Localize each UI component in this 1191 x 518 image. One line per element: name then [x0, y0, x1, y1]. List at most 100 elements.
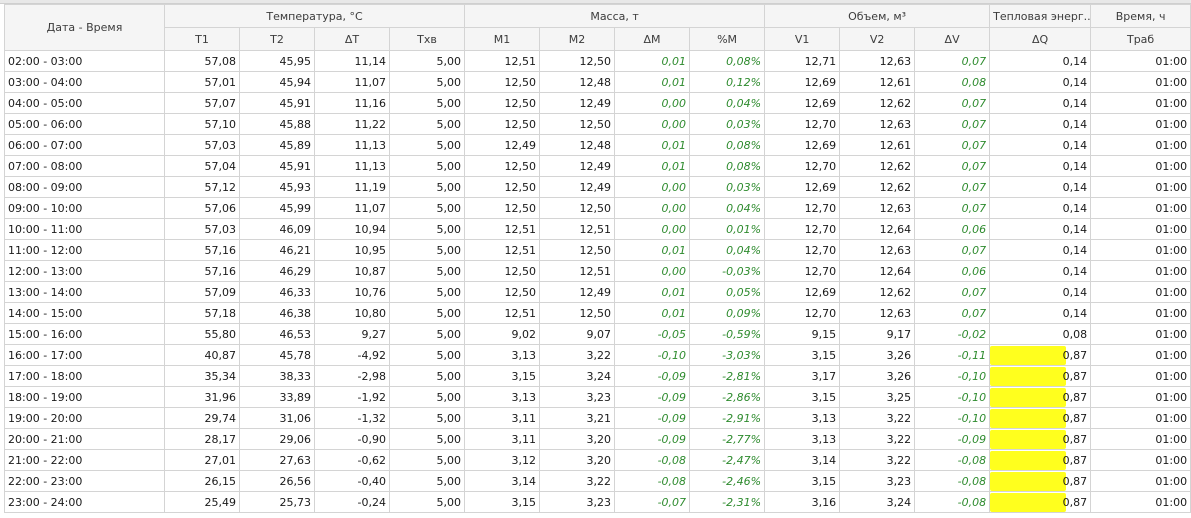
cell-t1[interactable]: 31,96	[164, 386, 240, 408]
cell-m2[interactable]: 12,50	[539, 50, 616, 72]
cell-dt[interactable]: -4,92	[314, 344, 390, 366]
cell-dq[interactable]: 0,87	[989, 449, 1092, 471]
cell-m2[interactable]: 12,51	[539, 218, 616, 240]
cell-pm[interactable]: 0,01%	[689, 218, 766, 240]
cell-v1[interactable]: 12,69	[764, 134, 841, 156]
cell-dv[interactable]: 0,07	[914, 302, 991, 324]
cell-t2[interactable]: 46,33	[239, 281, 315, 303]
cell-t1[interactable]: 25,49	[164, 491, 240, 513]
cell-dq[interactable]: 0,08	[989, 323, 1092, 345]
cell-dm[interactable]: -0,09	[614, 386, 691, 408]
cell-txv[interactable]: 5,00	[388, 50, 466, 72]
cell-datetime[interactable]: 19:00 - 20:00	[4, 407, 165, 429]
cell-m1[interactable]: 3,12	[464, 449, 541, 471]
cell-dm[interactable]: 0,01	[614, 71, 691, 93]
cell-pm[interactable]: 0,08%	[689, 155, 766, 177]
cell-dt[interactable]: 11,07	[314, 71, 390, 93]
table-row[interactable]: 22:00 - 23:00 26,15 26,56 -0,40 5,00 3,14 3,22…	[4, 470, 1191, 492]
cell-pm[interactable]: -2,31%	[689, 491, 766, 513]
cell-v2[interactable]: 12,61	[839, 134, 916, 156]
cell-m1[interactable]: 12,50	[464, 260, 541, 282]
cell-txv[interactable]: 5,00	[388, 323, 466, 345]
cell-dt[interactable]: 9,27	[314, 323, 390, 345]
cell-t1[interactable]: 27,01	[164, 449, 240, 471]
cell-dq[interactable]: 0,87	[989, 470, 1092, 492]
table-row[interactable]: 13:00 - 14:00 57,09 46,33 10,76 5,00 12,50 12,…	[4, 281, 1191, 303]
cell-v1[interactable]: 12,69	[764, 92, 841, 114]
table-row[interactable]: 21:00 - 22:00 27,01 27,63 -0,62 5,00 3,12 3,20…	[4, 449, 1191, 471]
cell-datetime[interactable]: 05:00 - 06:00	[4, 113, 165, 135]
cell-m2[interactable]: 12,50	[539, 197, 616, 219]
cell-v1[interactable]: 3,13	[764, 407, 841, 429]
cell-m2[interactable]: 3,22	[539, 344, 616, 366]
cell-trab[interactable]: 01:00	[1090, 407, 1191, 429]
cell-txv[interactable]: 5,00	[388, 71, 466, 93]
cell-pm[interactable]: 0,05%	[689, 281, 766, 303]
cell-dq[interactable]: 0,87	[989, 386, 1092, 408]
cell-datetime[interactable]: 12:00 - 13:00	[4, 260, 165, 282]
cell-v1[interactable]: 9,15	[764, 323, 841, 345]
cell-t2[interactable]: 45,89	[239, 134, 315, 156]
cell-m1[interactable]: 12,51	[464, 218, 541, 240]
cell-dv[interactable]: -0,08	[914, 449, 991, 471]
cell-t1[interactable]: 26,15	[164, 470, 240, 492]
cell-trab[interactable]: 01:00	[1090, 50, 1191, 72]
cell-dt[interactable]: 10,94	[314, 218, 390, 240]
cell-pm[interactable]: -2,91%	[689, 407, 766, 429]
cell-m1[interactable]: 12,50	[464, 92, 541, 114]
cell-dq[interactable]: 0,14	[989, 113, 1092, 135]
column-header-txv[interactable]: Tхв	[388, 27, 466, 51]
cell-m1[interactable]: 3,13	[464, 386, 541, 408]
cell-t2[interactable]: 45,94	[239, 71, 315, 93]
cell-datetime[interactable]: 16:00 - 17:00	[4, 344, 165, 366]
table-row[interactable]: 17:00 - 18:00 35,34 38,33 -2,98 5,00 3,15 3,24…	[4, 365, 1191, 387]
cell-datetime[interactable]: 21:00 - 22:00	[4, 449, 165, 471]
cell-t1[interactable]: 57,06	[164, 197, 240, 219]
cell-dm[interactable]: -0,09	[614, 407, 691, 429]
table-row[interactable]: 09:00 - 10:00 57,06 45,99 11,07 5,00 12,50 12,…	[4, 197, 1191, 219]
cell-m2[interactable]: 3,21	[539, 407, 616, 429]
cell-dv[interactable]: -0,10	[914, 407, 991, 429]
cell-dm[interactable]: -0,08	[614, 470, 691, 492]
cell-t1[interactable]: 29,74	[164, 407, 240, 429]
cell-v1[interactable]: 3,15	[764, 386, 841, 408]
cell-datetime[interactable]: 06:00 - 07:00	[4, 134, 165, 156]
cell-m2[interactable]: 12,48	[539, 134, 616, 156]
table-row[interactable]: 06:00 - 07:00 57,03 45,89 11,13 5,00 12,49 12,…	[4, 134, 1191, 156]
cell-datetime[interactable]: 04:00 - 05:00	[4, 92, 165, 114]
cell-dm[interactable]: 0,01	[614, 302, 691, 324]
cell-t1[interactable]: 57,04	[164, 155, 240, 177]
cell-dm[interactable]: 0,01	[614, 155, 691, 177]
cell-trab[interactable]: 01:00	[1090, 323, 1191, 345]
cell-dv[interactable]: 0,08	[914, 71, 991, 93]
cell-v1[interactable]: 3,15	[764, 344, 841, 366]
cell-datetime[interactable]: 20:00 - 21:00	[4, 428, 165, 450]
column-header-m2[interactable]: M2	[539, 27, 616, 51]
cell-dm[interactable]: -0,08	[614, 449, 691, 471]
table-row[interactable]: 18:00 - 19:00 31,96 33,89 -1,92 5,00 3,13 3,23…	[4, 386, 1191, 408]
cell-v2[interactable]: 3,22	[839, 428, 916, 450]
column-header-v1[interactable]: V1	[764, 27, 841, 51]
table-row[interactable]: 12:00 - 13:00 57,16 46,29 10,87 5,00 12,50 12,…	[4, 260, 1191, 282]
cell-pm[interactable]: 0,08%	[689, 50, 766, 72]
cell-dq[interactable]: 0,14	[989, 176, 1092, 198]
cell-dq[interactable]: 0,14	[989, 218, 1092, 240]
cell-trab[interactable]: 01:00	[1090, 155, 1191, 177]
cell-trab[interactable]: 01:00	[1090, 113, 1191, 135]
cell-t2[interactable]: 45,91	[239, 92, 315, 114]
cell-m2[interactable]: 9,07	[539, 323, 616, 345]
cell-txv[interactable]: 5,00	[388, 407, 466, 429]
cell-trab[interactable]: 01:00	[1090, 386, 1191, 408]
cell-txv[interactable]: 5,00	[388, 92, 466, 114]
cell-m1[interactable]: 3,15	[464, 491, 541, 513]
cell-m2[interactable]: 12,50	[539, 113, 616, 135]
cell-dq[interactable]: 0,87	[989, 491, 1092, 513]
cell-dt[interactable]: 10,80	[314, 302, 390, 324]
cell-dt[interactable]: 11,16	[314, 92, 390, 114]
cell-v2[interactable]: 12,63	[839, 50, 916, 72]
cell-t2[interactable]: 45,91	[239, 155, 315, 177]
cell-dm[interactable]: -0,05	[614, 323, 691, 345]
column-header-pm[interactable]: %M	[689, 27, 766, 51]
cell-txv[interactable]: 5,00	[388, 155, 466, 177]
cell-trab[interactable]: 01:00	[1090, 92, 1191, 114]
